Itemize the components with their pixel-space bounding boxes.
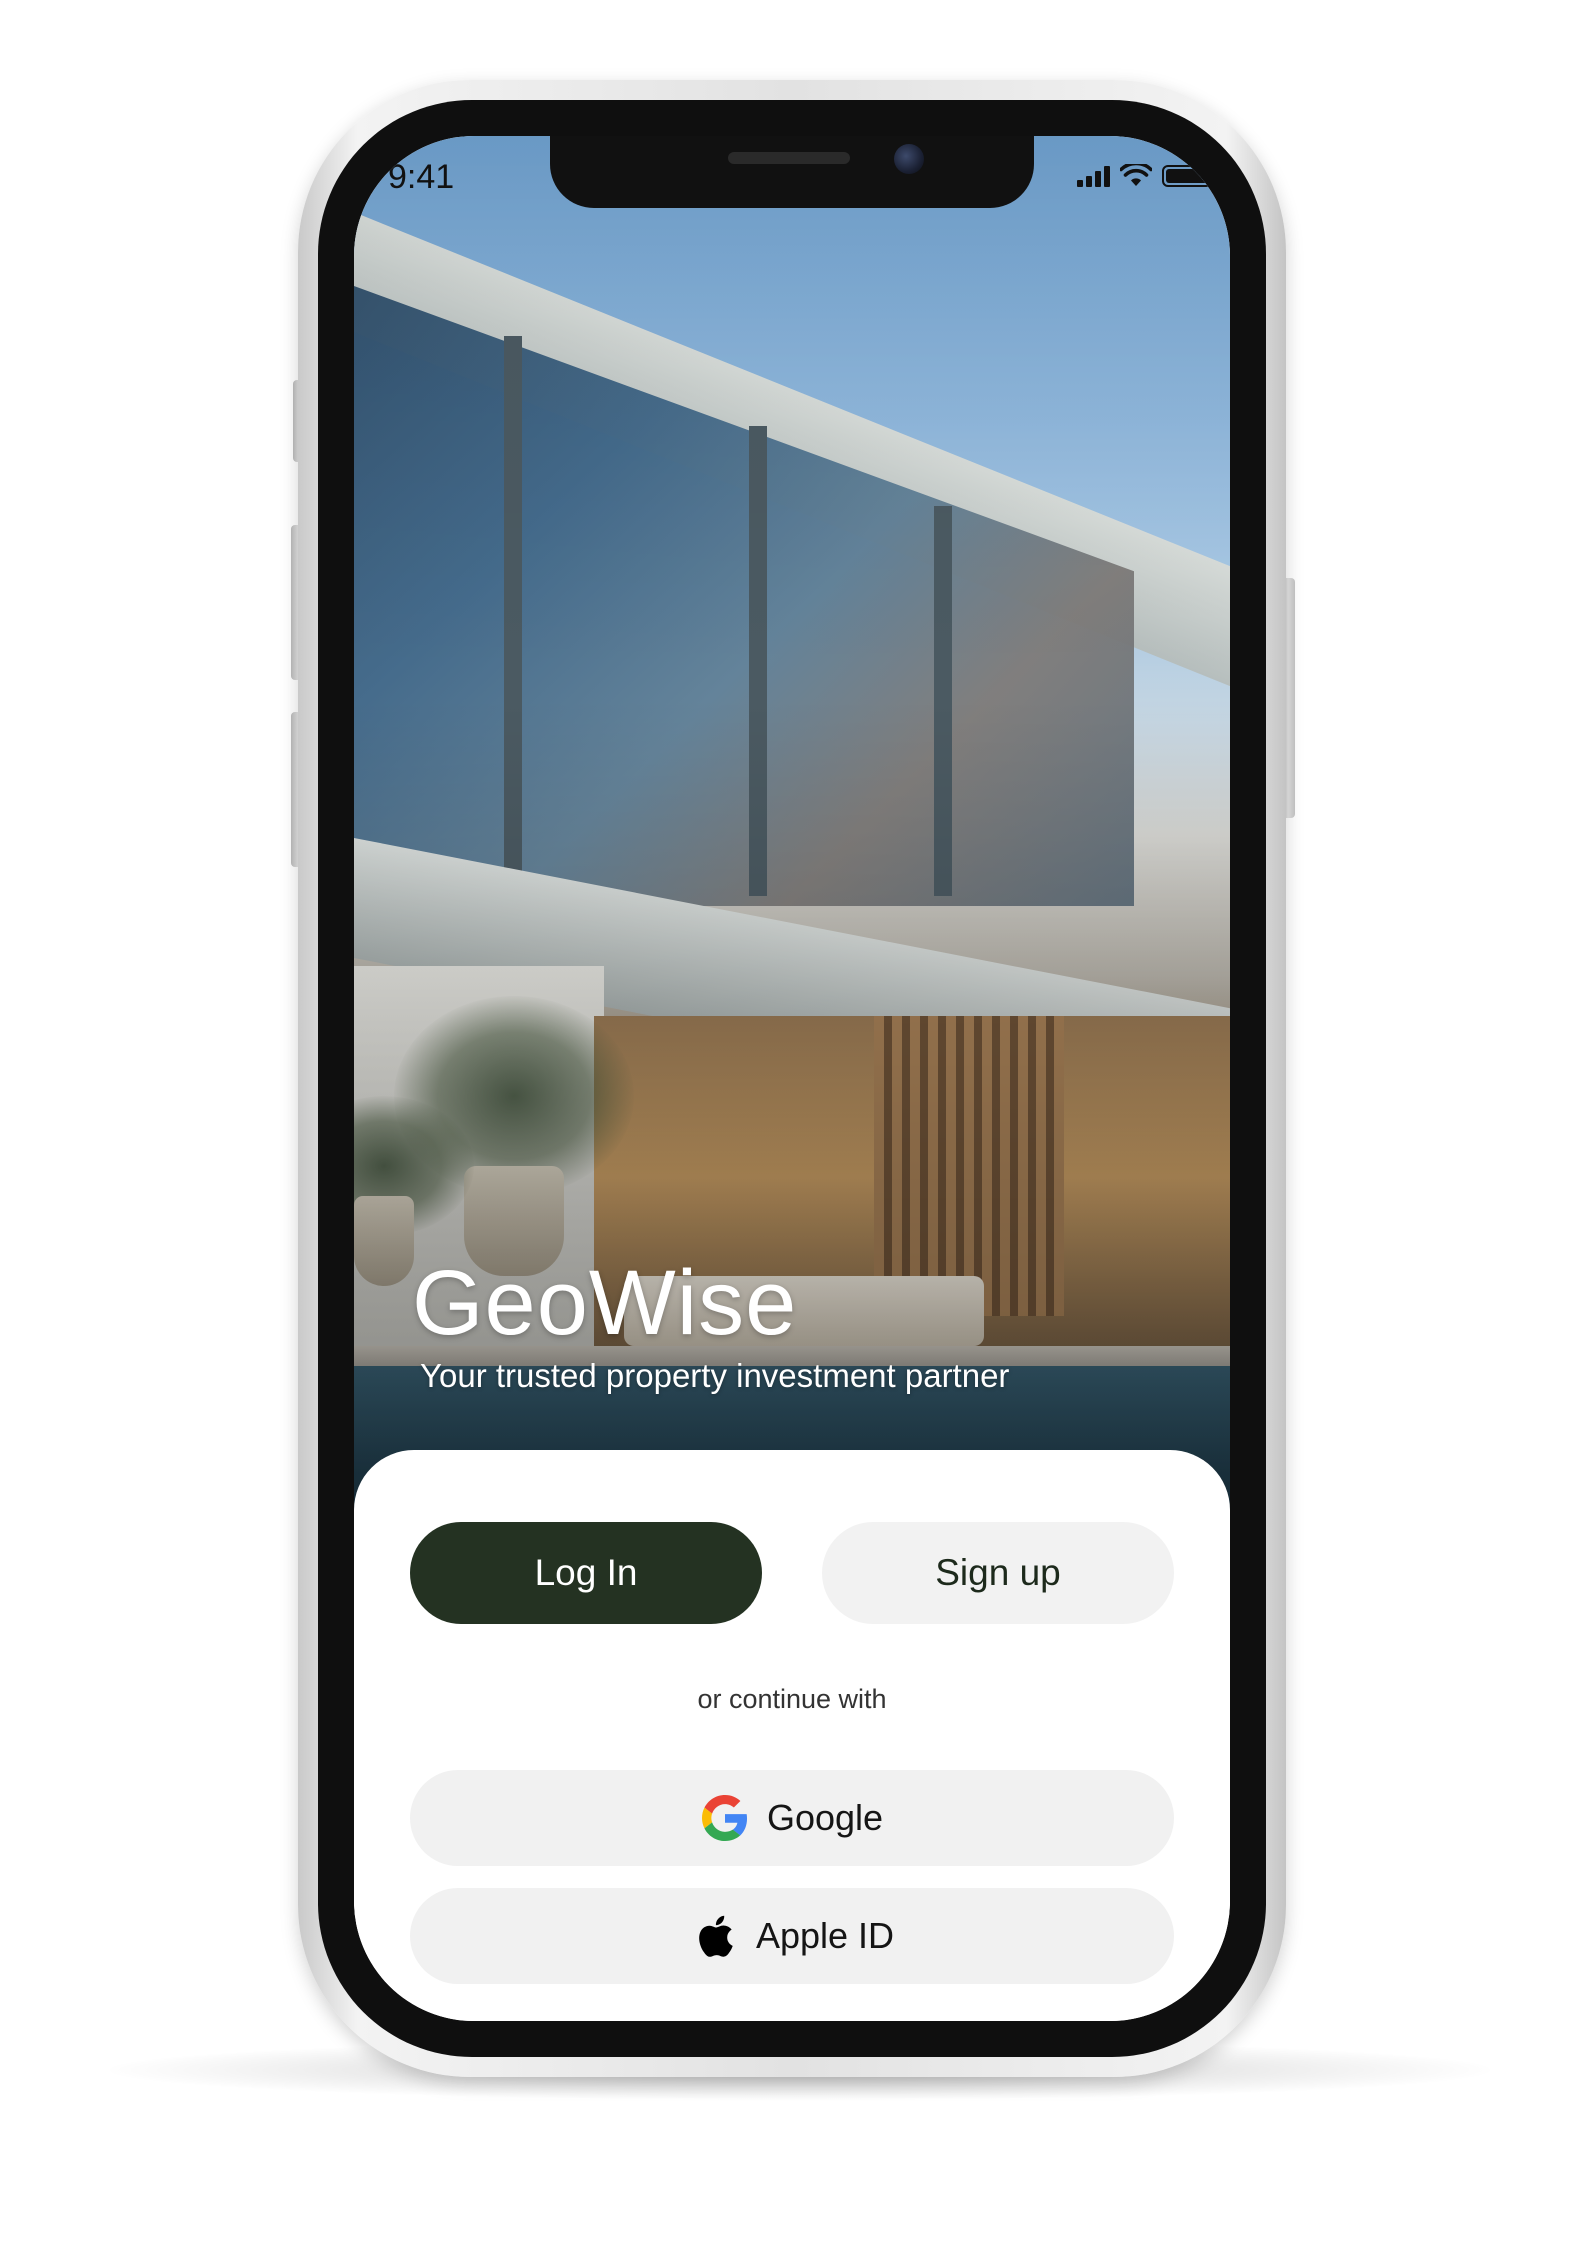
- google-signin-button[interactable]: Google: [410, 1770, 1174, 1866]
- google-signin-label: Google: [766, 1797, 884, 1838]
- speaker-grille: [728, 152, 850, 164]
- status-icons: [1077, 164, 1216, 188]
- app-title: GeoWise: [412, 1252, 798, 1354]
- apple-signin-button[interactable]: Apple ID: [410, 1888, 1174, 1984]
- notch: [550, 136, 1034, 208]
- google-icon: [701, 1794, 749, 1842]
- login-button[interactable]: Log In: [410, 1522, 762, 1624]
- mockup-stage: 9:41 GeoWise Your trusted property inves…: [0, 0, 1587, 2245]
- signal-icon: [1077, 165, 1110, 187]
- apple-icon: [690, 1912, 738, 1960]
- battery-icon: [1162, 165, 1216, 187]
- phone-screen: 9:41 GeoWise Your trusted property inves…: [354, 136, 1230, 2021]
- phone-frame: 9:41 GeoWise Your trusted property inves…: [298, 80, 1286, 2077]
- wifi-icon: [1120, 164, 1152, 186]
- app-subtitle: Your trusted property investment partner: [420, 1357, 1010, 1394]
- front-camera: [894, 144, 924, 174]
- status-time: 9:41: [388, 158, 455, 196]
- phone-bezel: 9:41 GeoWise Your trusted property inves…: [318, 100, 1266, 2057]
- continue-with-label: or continue with: [697, 1684, 887, 1714]
- apple-signin-label: Apple ID: [755, 1915, 895, 1956]
- signup-button[interactable]: Sign up: [822, 1522, 1174, 1624]
